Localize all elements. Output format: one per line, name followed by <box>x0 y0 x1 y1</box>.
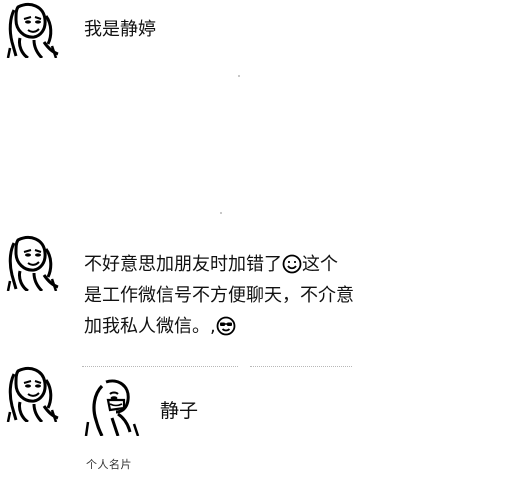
sender-avatar[interactable] <box>4 366 60 422</box>
user-avatar-icon <box>6 236 59 291</box>
card-divider <box>250 366 352 367</box>
user-avatar-icon <box>6 3 59 58</box>
divider-dot <box>238 75 240 77</box>
sender-avatar[interactable] <box>4 235 60 291</box>
sender-avatar[interactable] <box>4 2 60 58</box>
contact-avatar <box>84 378 140 436</box>
smile-emoji-icon <box>282 254 302 274</box>
message-text: 我是静婷 <box>84 19 156 40</box>
card-type-label: 个人名片 <box>86 458 132 471</box>
sunglasses-emoji-icon <box>216 316 236 336</box>
message-line-part: 加我私人微信。, <box>84 316 216 337</box>
contact-card[interactable]: 静子 个人名片 <box>80 366 380 483</box>
message-line-part: 不好意思加朋友时加错了 <box>84 254 282 275</box>
user-avatar-icon <box>6 367 59 422</box>
message-line: 加我私人微信。, <box>84 311 354 342</box>
divider-dot <box>220 212 222 214</box>
message-line: 是工作微信号不方便聊天，不介意 <box>84 285 354 306</box>
message-text: 不好意思加朋友时加错了 这个 是工作微信号不方便聊天，不介意 加我私人微信。, <box>84 249 354 342</box>
message-line-part: 这个 <box>302 254 338 275</box>
message-line: 不好意思加朋友时加错了 这个 <box>84 249 354 280</box>
contact-name: 静子 <box>160 400 199 422</box>
card-divider <box>82 366 238 367</box>
contact-avatar-icon <box>84 379 140 436</box>
